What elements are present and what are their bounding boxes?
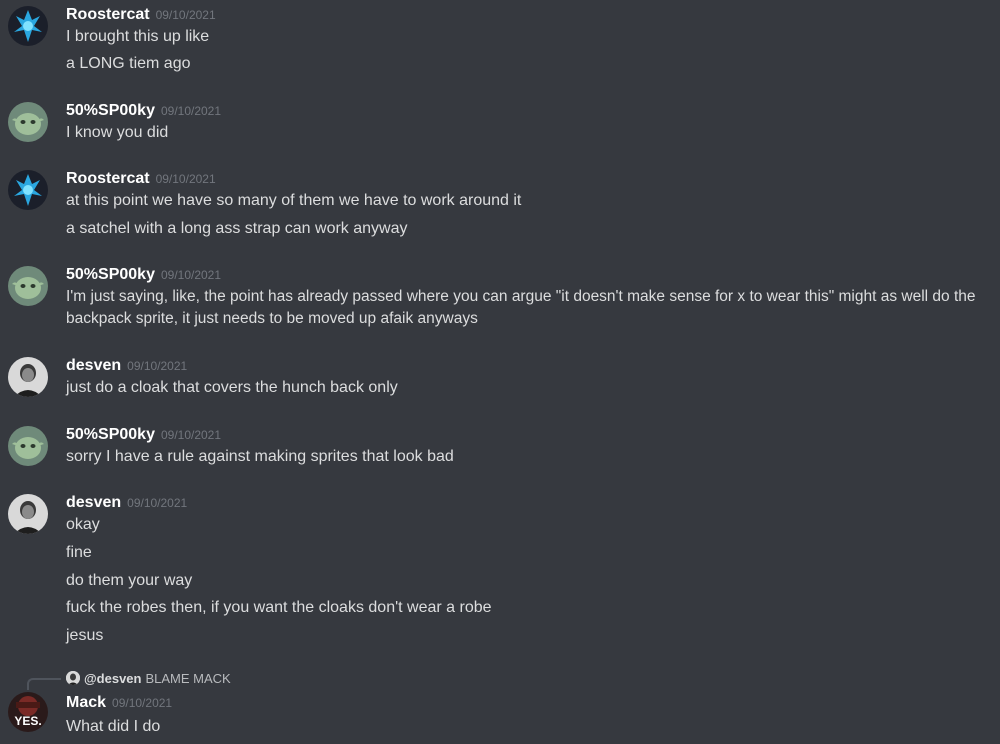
timestamp: 09/10/2021 xyxy=(112,696,173,710)
reply-preview[interactable]: @desven BLAME MACK xyxy=(66,670,231,688)
reply-author[interactable]: @desven xyxy=(84,671,141,686)
avatar-desven[interactable] xyxy=(8,494,48,534)
reply-avatar-icon xyxy=(66,671,80,685)
message-header: 50%SP00ky 09/10/2021 xyxy=(66,264,221,286)
message-text: okay xyxy=(66,516,100,533)
message-header: Roostercat 09/10/2021 xyxy=(66,4,216,26)
avatar-roostercat[interactable] xyxy=(8,6,48,46)
message-group: Roostercat 09/10/2021 I brought this up l… xyxy=(0,4,1000,74)
username[interactable]: 50%SP00ky xyxy=(66,266,155,283)
message-text: fuck the robes then, if you want the clo… xyxy=(66,599,492,616)
message-text: a satchel with a long ass strap can work… xyxy=(66,220,408,237)
timestamp: 09/10/2021 xyxy=(160,428,222,442)
message-header: Mack 09/10/2021 xyxy=(66,692,172,714)
message-header: 50%SP00ky 09/10/2021 xyxy=(66,100,221,122)
avatar-50-sp00ky[interactable] xyxy=(8,426,48,466)
timestamp: 09/10/2021 xyxy=(155,8,216,22)
avatar-roostercat[interactable] xyxy=(8,170,48,210)
avatar-50-sp00ky[interactable] xyxy=(8,102,48,142)
message-text: jesus xyxy=(66,627,104,644)
message-group-reply: @desven BLAME MACK YES. Mack 09/10/2021 Wh… xyxy=(0,670,1000,744)
message-text: I brought this up like xyxy=(66,28,210,45)
message-text: sorry I have a rule against making sprit… xyxy=(66,448,454,465)
username[interactable]: Roostercat xyxy=(66,170,150,187)
reply-text: BLAME MACK xyxy=(145,671,231,686)
username[interactable]: desven xyxy=(66,494,121,511)
username[interactable]: 50%SP00ky xyxy=(66,102,155,119)
message-group: 50%SP00ky 09/10/2021 I know you did xyxy=(0,100,1000,144)
message-text: just do a cloak that covers the hunch ba… xyxy=(66,379,398,396)
message-text: fine xyxy=(66,544,92,561)
message-header: desven 09/10/2021 xyxy=(66,355,187,377)
message-group: 50%SP00ky 09/10/2021 sorry I have a rule … xyxy=(0,424,1000,468)
avatar-mack[interactable]: YES. xyxy=(8,692,48,732)
message-header: 50%SP00ky 09/10/2021 xyxy=(66,424,221,446)
timestamp: 09/10/2021 xyxy=(160,104,222,118)
message-group: desven 09/10/2021 okay fine do them your … xyxy=(0,492,1000,652)
message-text: a LONG tiem ago xyxy=(66,55,191,72)
username[interactable]: Roostercat xyxy=(66,6,150,23)
username[interactable]: 50%SP00ky xyxy=(66,426,155,443)
timestamp: 09/10/2021 xyxy=(155,172,216,186)
avatar-desven[interactable] xyxy=(8,357,48,397)
message-text: do them your way xyxy=(66,572,193,589)
message-group: 50%SP00ky 09/10/2021 I'm just saying, lik… xyxy=(0,264,1000,334)
message-text: What did I do xyxy=(66,718,161,735)
username[interactable]: Mack xyxy=(66,694,106,711)
avatar-text: YES. xyxy=(14,714,42,728)
timestamp: 09/10/2021 xyxy=(127,359,188,373)
reply-spine xyxy=(27,678,61,690)
username[interactable]: desven xyxy=(66,357,121,374)
chat-messages: Roostercat 09/10/2021 I brought this up l… xyxy=(0,0,1000,744)
message-header: desven 09/10/2021 xyxy=(66,492,187,514)
message-text: I'm just saying, like, the point has alr… xyxy=(66,288,976,327)
message-header: Roostercat 09/10/2021 xyxy=(66,168,216,190)
timestamp: 09/10/2021 xyxy=(160,268,222,282)
message-group: Roostercat 09/10/2021 at this point we ha… xyxy=(0,168,1000,238)
message-text: at this point we have so many of them we… xyxy=(66,192,522,209)
message-text: I know you did xyxy=(66,124,169,141)
message-group: desven 09/10/2021 just do a cloak that co… xyxy=(0,355,1000,399)
timestamp: 09/10/2021 xyxy=(127,496,188,510)
avatar-50-sp00ky[interactable] xyxy=(8,266,48,306)
